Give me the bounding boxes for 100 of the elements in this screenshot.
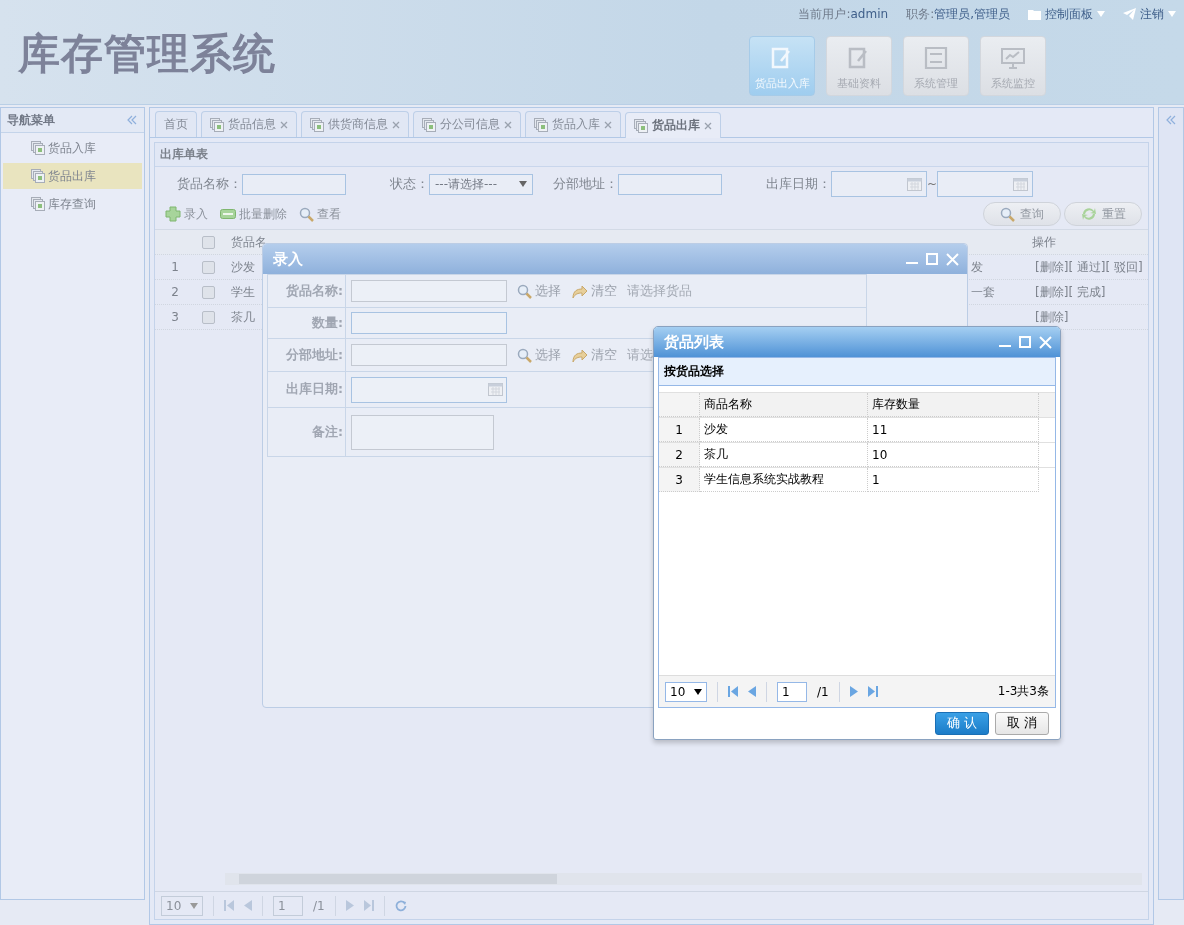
nav-item[interactable]: 货品入库 xyxy=(3,135,142,161)
date-field[interactable] xyxy=(351,376,507,403)
input-field[interactable] xyxy=(351,344,507,366)
dialog-button[interactable]: 取消 xyxy=(995,712,1049,735)
document-icon xyxy=(31,141,45,155)
tab[interactable]: 货品出库 xyxy=(625,112,721,138)
close-icon[interactable] xyxy=(604,120,612,129)
first-page-icon[interactable] xyxy=(224,900,234,911)
document-icon xyxy=(534,117,548,132)
search-icon xyxy=(517,347,532,363)
last-page-icon[interactable] xyxy=(363,900,374,911)
app-title: 库存管理系统 xyxy=(18,28,276,80)
input-field[interactable] xyxy=(242,173,346,195)
filter-label: 分部地址： xyxy=(553,175,618,193)
page-input[interactable]: 1 xyxy=(273,895,303,916)
filter-label: 出库日期： xyxy=(766,175,831,193)
page-size-select[interactable]: 10 xyxy=(665,681,707,702)
tab[interactable]: 分公司信息 xyxy=(413,111,521,137)
close-icon[interactable] xyxy=(504,120,512,129)
toolbar-button[interactable]: 录入 xyxy=(165,205,208,223)
calendar-icon[interactable] xyxy=(488,383,503,396)
status-select[interactable]: ---请选择--- xyxy=(429,173,533,195)
dialog-button[interactable]: 确认 xyxy=(935,712,989,735)
page-input[interactable]: 1 xyxy=(777,681,807,702)
action-link[interactable]: [删除] xyxy=(1035,283,1069,301)
nav-item[interactable]: 库存查询 xyxy=(3,191,142,217)
search-icon xyxy=(299,206,314,222)
select-button[interactable]: 选择 xyxy=(517,346,561,364)
toolbar-button[interactable]: 查看 xyxy=(299,205,341,223)
control-panel-menu[interactable]: 控制面板 xyxy=(1028,5,1105,23)
range-separator: ~ xyxy=(927,177,938,191)
close-icon[interactable] xyxy=(704,121,712,130)
user-role: 职务:管理员,管理员 xyxy=(906,5,1010,23)
last-page-icon[interactable] xyxy=(867,686,878,697)
action-button[interactable]: 重置 xyxy=(1064,202,1142,226)
action-link[interactable]: [ 通过] xyxy=(1068,258,1106,276)
row-number: 3 xyxy=(170,310,180,324)
input-field[interactable] xyxy=(351,280,507,302)
clear-button[interactable]: 清空 xyxy=(571,346,617,364)
dropdown-arrow-icon xyxy=(190,902,198,909)
checkbox[interactable] xyxy=(202,285,215,299)
close-icon[interactable] xyxy=(392,120,400,129)
date-field[interactable] xyxy=(831,171,927,197)
refresh-icon[interactable] xyxy=(394,899,407,912)
action-link[interactable]: [ 完成] xyxy=(1068,283,1106,301)
checkbox[interactable] xyxy=(202,310,215,324)
input-field[interactable] xyxy=(618,173,722,195)
document-icon xyxy=(634,118,648,133)
filter-label: 货品名称： xyxy=(177,175,242,193)
previous-page-icon[interactable] xyxy=(244,900,252,911)
tab[interactable]: 供货商信息 xyxy=(301,111,409,137)
field-label: 分部地址: xyxy=(268,339,346,371)
horizontal-scrollbar[interactable] xyxy=(225,873,1142,885)
logout-menu[interactable]: 注销 xyxy=(1123,5,1176,23)
nav-item[interactable]: 货品出库 xyxy=(3,163,142,189)
calendar-icon[interactable] xyxy=(907,177,922,191)
table-cell: 学生信息系统实战教程 xyxy=(700,468,868,492)
module-button[interactable]: 货品出入库 xyxy=(749,36,815,96)
input-field[interactable] xyxy=(351,312,507,334)
action-link[interactable]: [删除] xyxy=(1035,258,1069,276)
page-total: /1 xyxy=(817,684,829,699)
panel-title: 出库单表 xyxy=(160,146,208,163)
maximize-icon[interactable] xyxy=(1019,336,1031,348)
current-user: 当前用户:admin xyxy=(798,5,889,23)
tab[interactable]: 首页 xyxy=(155,111,197,137)
row-number: 2 xyxy=(659,443,700,467)
first-page-icon[interactable] xyxy=(728,686,738,697)
page-size-select[interactable]: 10 xyxy=(161,895,203,916)
double-chevron-left-icon[interactable] xyxy=(1165,114,1177,126)
checkbox[interactable] xyxy=(201,235,215,249)
table-cell-text: 学生 xyxy=(230,283,256,301)
toolbar-button[interactable]: 批量删除 xyxy=(220,205,287,223)
action-link[interactable]: [删除] xyxy=(1035,308,1069,326)
tab[interactable]: 货品入库 xyxy=(525,111,621,137)
action-link[interactable]: [ 驳回] xyxy=(1105,258,1143,276)
document-icon xyxy=(310,117,324,132)
sidebar-title: 导航菜单 xyxy=(7,111,55,129)
column-header: 操作 xyxy=(1031,233,1058,251)
action-button[interactable]: 查询 xyxy=(983,202,1061,226)
double-chevron-left-icon[interactable] xyxy=(126,114,138,126)
dropdown-arrow-icon xyxy=(1168,11,1176,17)
search-icon xyxy=(517,283,532,299)
row-number: 3 xyxy=(659,468,700,492)
clear-button[interactable]: 清空 xyxy=(571,282,617,300)
calendar-icon[interactable] xyxy=(1013,177,1029,191)
tab[interactable]: 货品信息 xyxy=(201,111,297,137)
checkbox[interactable] xyxy=(202,260,215,274)
folder-icon xyxy=(1028,8,1041,20)
next-page-icon[interactable] xyxy=(849,686,858,697)
next-page-icon[interactable] xyxy=(345,900,354,911)
search-icon xyxy=(1000,206,1015,222)
field-label: 出库日期: xyxy=(268,372,346,407)
dropdown-arrow-icon xyxy=(1097,11,1105,17)
close-icon[interactable] xyxy=(280,120,288,129)
select-button[interactable]: 选择 xyxy=(517,282,561,300)
date-field[interactable] xyxy=(937,171,1034,197)
table-cell-text: 茶几 xyxy=(230,308,256,326)
text-area[interactable] xyxy=(351,414,494,450)
previous-page-icon[interactable] xyxy=(748,686,756,697)
maximize-icon[interactable] xyxy=(926,253,938,265)
